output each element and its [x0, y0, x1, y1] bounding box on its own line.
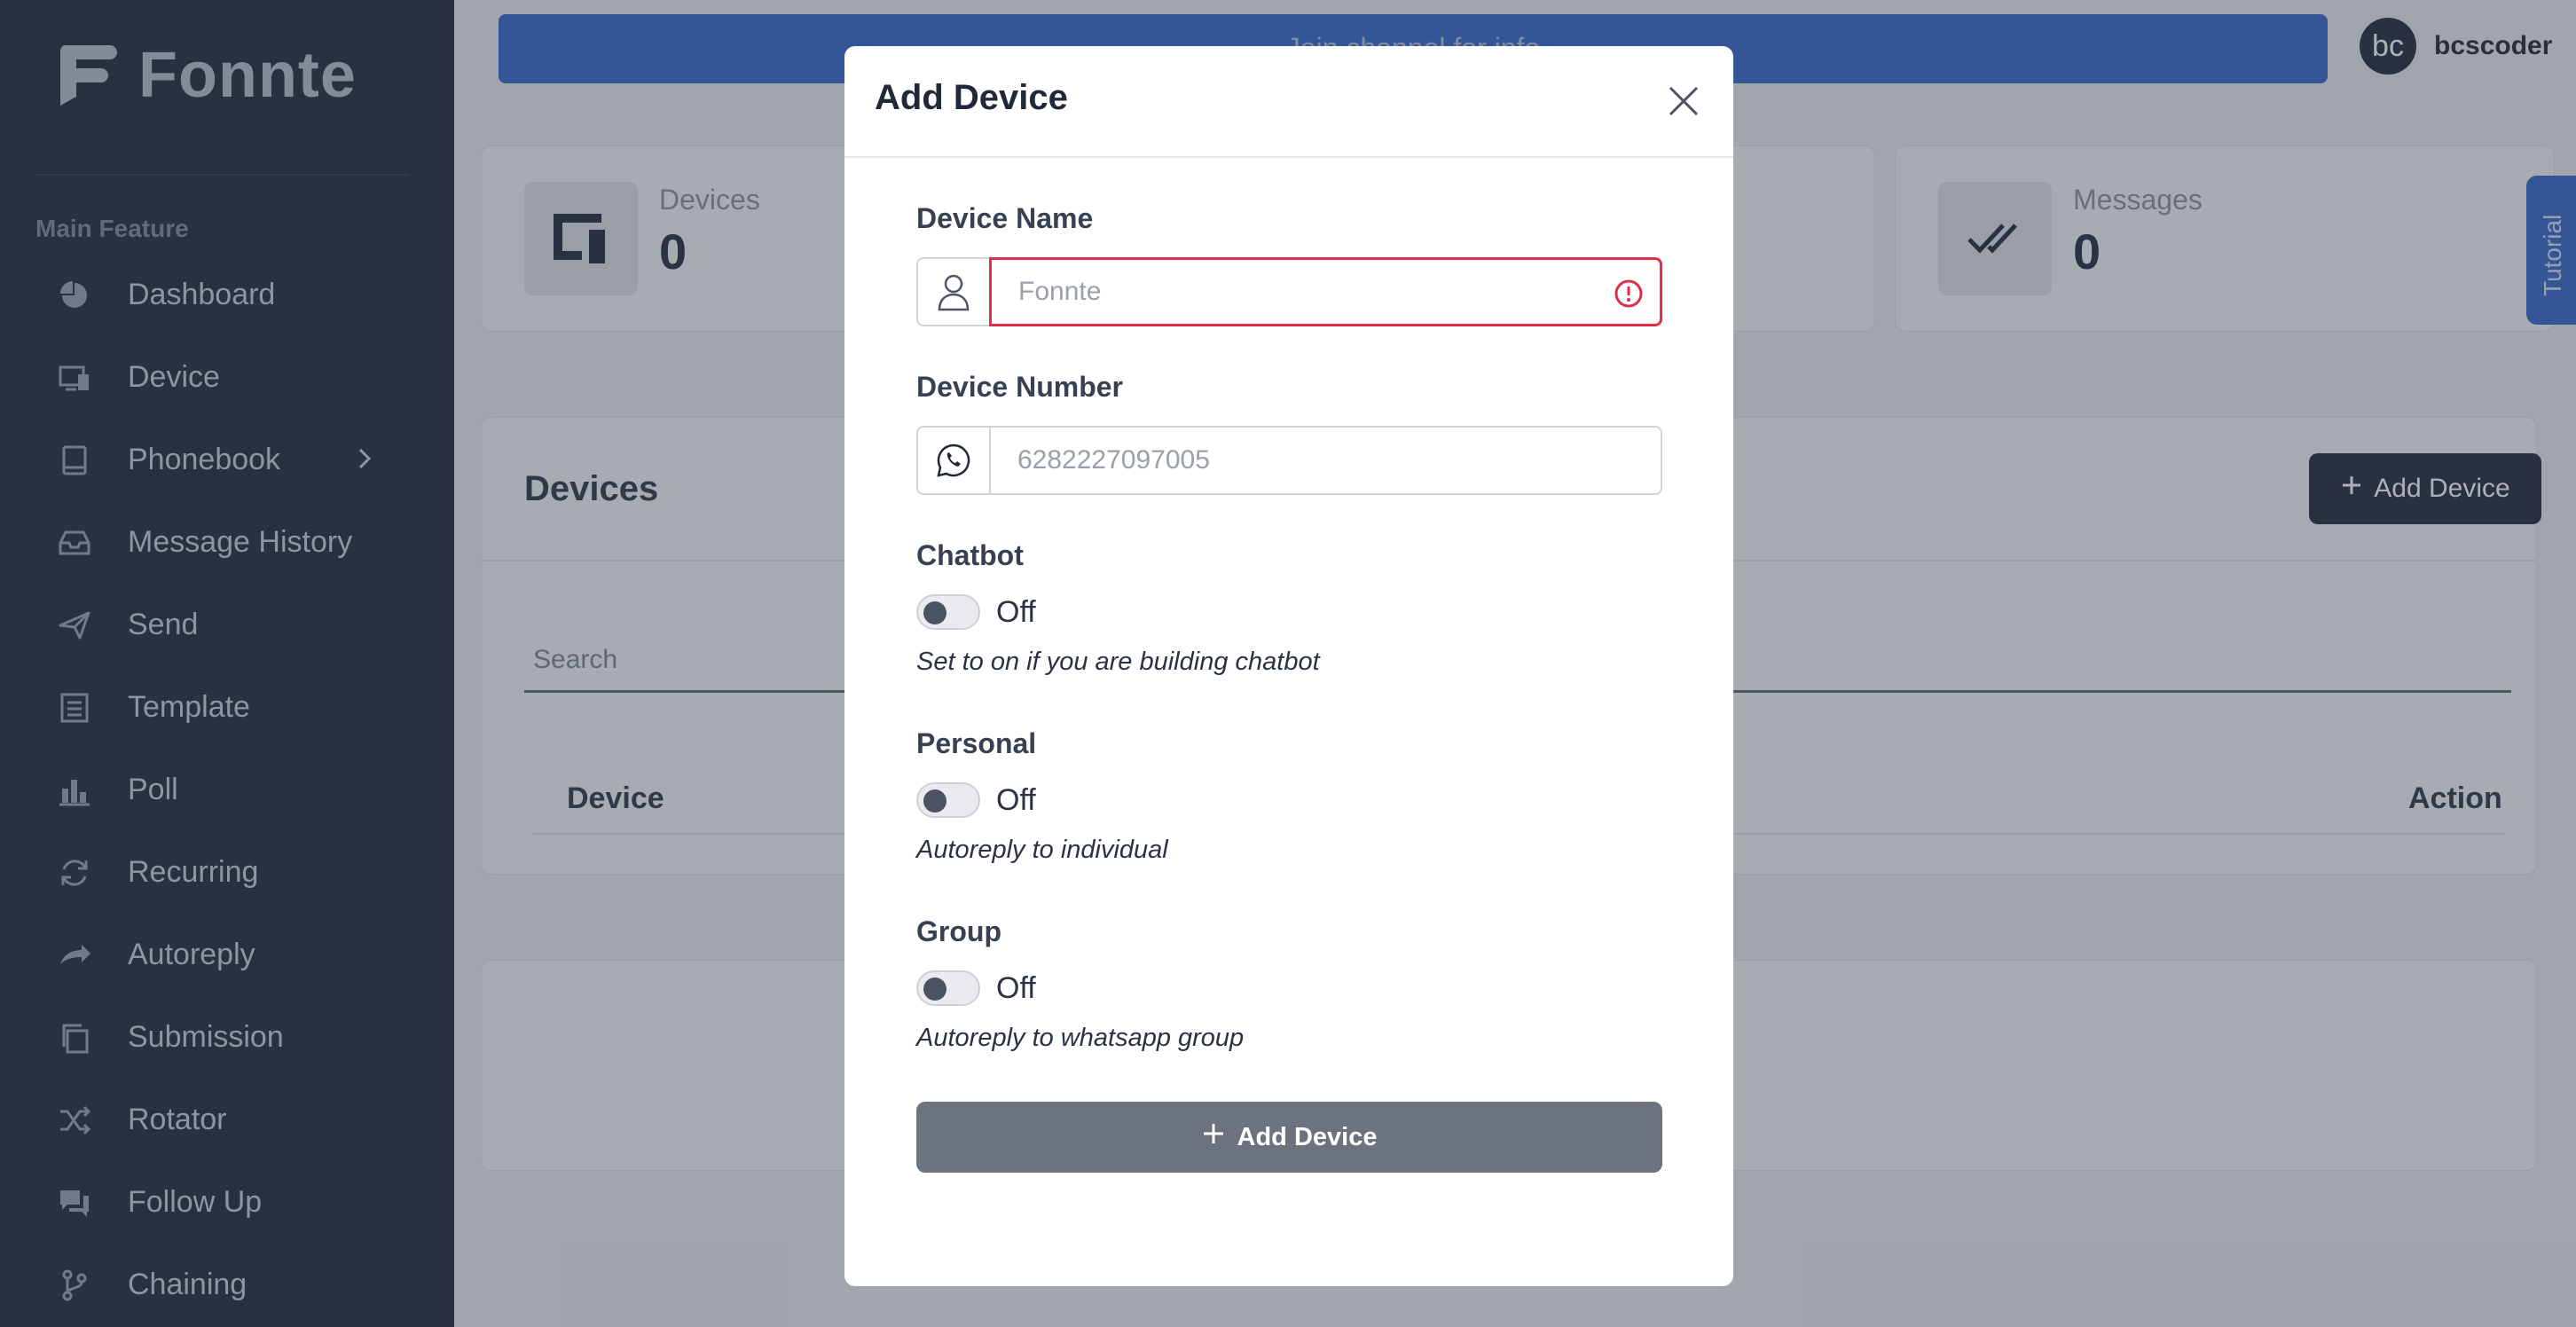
chatbot-toggle[interactable]	[916, 594, 980, 630]
submit-add-device-button[interactable]: Add Device	[916, 1102, 1662, 1173]
device-name-label: Device Name	[916, 202, 1094, 234]
device-name-group: Fonnte	[916, 257, 1662, 326]
close-icon	[1669, 86, 1699, 116]
personal-label: Personal	[916, 727, 1037, 759]
device-number-input[interactable]: 6282227097005	[989, 426, 1662, 495]
whatsapp-icon	[916, 426, 989, 495]
device-number-label: Device Number	[916, 371, 1123, 403]
submit-label: Add Device	[1237, 1122, 1378, 1151]
device-name-placeholder: Fonnte	[1018, 277, 1102, 306]
group-toggle[interactable]	[916, 970, 980, 1006]
device-number-group: 6282227097005	[916, 426, 1662, 495]
group-help: Autoreply to whatsapp group	[916, 1024, 1245, 1052]
chatbot-toggle-row: Off	[916, 594, 1036, 630]
add-device-modal: Add Device Device Name Fonnte Device Num…	[844, 46, 1733, 1286]
personal-state: Off	[996, 782, 1036, 817]
group-label: Group	[916, 915, 1001, 947]
personal-toggle-row: Off	[916, 782, 1036, 818]
modal-header: Add Device	[844, 46, 1733, 158]
group-toggle-row: Off	[916, 970, 1036, 1006]
plus-icon	[1202, 1122, 1225, 1152]
personal-toggle[interactable]	[916, 782, 980, 818]
user-icon	[916, 257, 989, 326]
error-icon	[1614, 279, 1644, 316]
group-state: Off	[996, 970, 1036, 1005]
device-name-input[interactable]: Fonnte	[989, 257, 1662, 326]
close-button[interactable]	[1664, 82, 1703, 121]
chatbot-help: Set to on if you are building chatbot	[916, 648, 1320, 676]
modal-title: Add Device	[875, 78, 1068, 117]
personal-help: Autoreply to individual	[916, 836, 1168, 864]
chatbot-state: Off	[996, 594, 1036, 629]
chatbot-label: Chatbot	[916, 539, 1024, 571]
